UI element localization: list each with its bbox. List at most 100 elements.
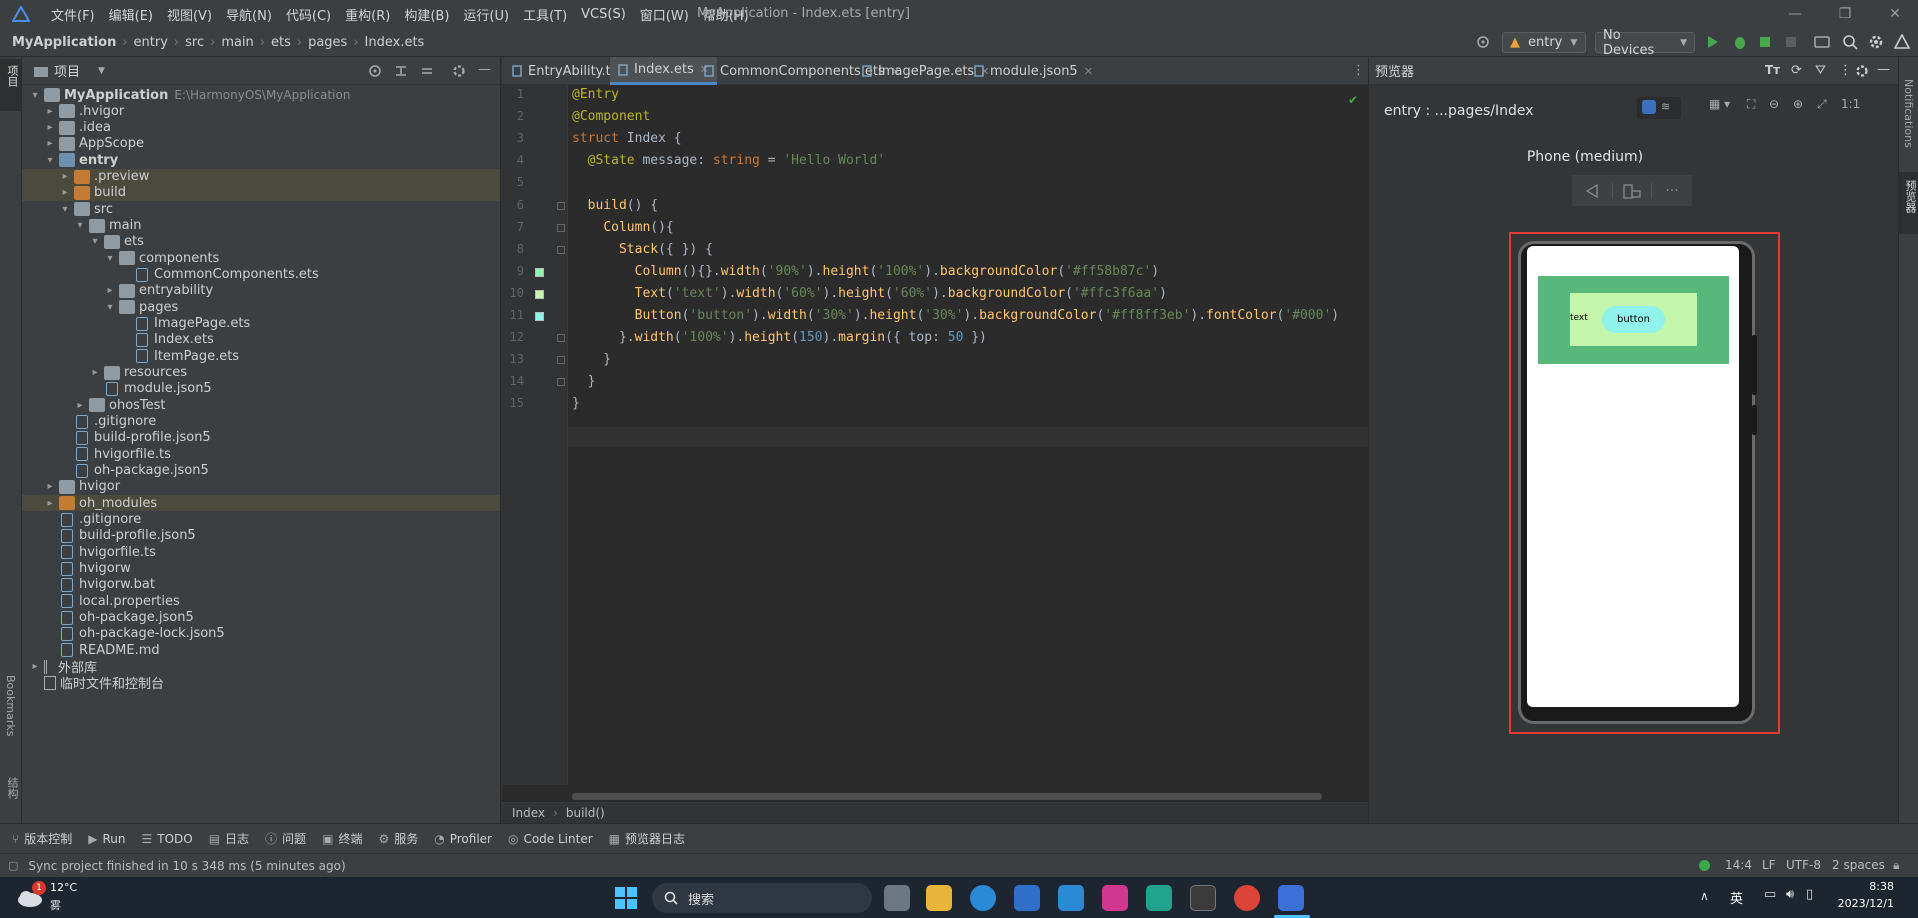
locate-file-icon[interactable] (368, 64, 382, 78)
expand-arrow-icon[interactable]: ▸ (28, 661, 42, 672)
volume-icon[interactable]: 🔊︎ (1786, 887, 1794, 902)
zoom-out-icon[interactable]: ⊖ (1769, 97, 1779, 111)
layout-menu-icon[interactable]: ▦ ▾ (1709, 97, 1730, 111)
fit-icon[interactable]: ⛶ (1747, 97, 1755, 112)
attach-debugger-icon[interactable] (1757, 34, 1773, 50)
run-config-select[interactable]: ▲ entry ▼ (1502, 32, 1586, 53)
settings-icon[interactable] (1868, 34, 1884, 50)
editor-tab[interactable]: module.json5 ✕ (966, 57, 1101, 85)
menu-item[interactable]: 窗口(W) (633, 5, 696, 24)
ide-logo-icon[interactable] (1894, 34, 1910, 50)
structure-tool-label[interactable]: 结构 (4, 777, 20, 799)
tool-window-button[interactable]: ◎ Code Linter (508, 832, 593, 846)
font-size-icon[interactable]: Tт (1765, 63, 1780, 77)
minimize-button[interactable]: — (1772, 0, 1818, 28)
filter-icon[interactable]: ⛛ (1815, 63, 1826, 78)
intellij-icon[interactable] (1102, 885, 1128, 911)
tree-item[interactable]: ▾ MyApplication E:\HarmonyOS\MyApplication (22, 87, 500, 103)
phone-screen[interactable]: text button (1527, 246, 1739, 707)
tree-item[interactable]: ▸ build (22, 184, 500, 201)
chrome-icon[interactable] (1234, 885, 1260, 911)
editor-crumb-struct[interactable]: Index (512, 806, 545, 820)
inspection-ok-icon[interactable]: ✔ (1348, 93, 1358, 107)
menu-item[interactable]: 代码(C) (279, 5, 338, 24)
notifications-tool-label[interactable]: Notifications (1902, 79, 1915, 148)
clock-date[interactable]: 2023/12/1 (1824, 897, 1894, 910)
expand-arrow-icon[interactable]: ▾ (103, 302, 117, 313)
tray-chevron-icon[interactable]: ∧ (1700, 889, 1709, 903)
file-explorer-icon[interactable] (926, 885, 952, 911)
menu-item[interactable]: VCS(S) (574, 7, 633, 22)
breadcrumb-item[interactable]: ets (271, 35, 291, 50)
ime-indicator[interactable]: 英 (1730, 888, 1743, 907)
code-line[interactable]: Column(){ (572, 220, 673, 235)
rotate-icon[interactable] (1612, 182, 1652, 199)
code-line[interactable]: } (572, 352, 611, 367)
back-icon[interactable] (1572, 183, 1612, 199)
tree-item[interactable]: ImagePage.ets (22, 316, 500, 332)
locate-icon[interactable] (1476, 35, 1490, 49)
tool-window-button[interactable]: ⑂ 版本控制 (12, 830, 72, 847)
weather-temp[interactable]: 12°C (50, 881, 77, 894)
file-encoding[interactable]: UTF-8 (1786, 858, 1821, 872)
deveco-studio-icon[interactable] (1278, 885, 1304, 911)
tree-item[interactable]: ▸ entryability (22, 283, 500, 299)
close-tab-icon[interactable]: ✕ (1084, 65, 1093, 78)
tree-item[interactable]: ItemPage.ets (22, 348, 500, 364)
tree-item[interactable]: ▸ AppScope (22, 136, 500, 152)
terminal-icon[interactable] (1190, 885, 1216, 911)
tree-item[interactable]: build-profile.json5 (22, 528, 500, 544)
tool-window-button[interactable]: ▣ 终端 (322, 830, 362, 847)
tree-item[interactable]: hvigorw.bat (22, 577, 500, 593)
status-panel-icon[interactable]: ▢ (8, 859, 18, 872)
expand-arrow-icon[interactable]: ▾ (58, 204, 72, 215)
breadcrumb-item[interactable]: entry (134, 35, 168, 50)
debug-icon[interactable] (1732, 34, 1748, 50)
panel-settings-icon[interactable] (452, 64, 466, 78)
tree-item[interactable]: ▸ .idea (22, 120, 500, 136)
menu-item[interactable]: 重构(R) (338, 5, 397, 24)
tree-item[interactable]: ▾ entry (22, 152, 500, 168)
menu-item[interactable]: 运行(U) (456, 5, 516, 24)
breadcrumb-item[interactable]: main (221, 35, 253, 50)
weather-desc[interactable]: 雾 (50, 897, 61, 913)
collapse-all-icon[interactable] (420, 64, 434, 78)
code-area[interactable]: @Entry @Component struct Index { @State me… (502, 85, 1368, 785)
status-ok-icon[interactable] (1699, 860, 1710, 871)
project-panel-title[interactable]: 项目 (54, 61, 80, 80)
tree-item[interactable]: oh-package-lock.json5 (22, 626, 500, 642)
code-line[interactable]: } (572, 396, 580, 411)
tree-item[interactable]: build-profile.json5 (22, 430, 500, 446)
expand-arrow-icon[interactable]: ▸ (58, 171, 72, 182)
tool-window-button[interactable]: ⚙ 服务 (378, 830, 418, 847)
tree-item[interactable]: ▸ ohosTest (22, 397, 500, 413)
task-view-icon[interactable] (884, 885, 910, 911)
tree-item[interactable]: ▾ components (22, 250, 500, 266)
tool-window-button[interactable]: ☰ TODO (141, 832, 192, 846)
network-icon[interactable]: ▭ (1764, 887, 1776, 902)
refresh-icon[interactable]: ⟳ (1791, 63, 1802, 78)
expand-arrow-icon[interactable]: ▾ (73, 220, 87, 231)
menu-item[interactable]: 导航(N) (219, 5, 279, 24)
restore-button[interactable]: ❐ (1822, 0, 1868, 28)
device-select[interactable]: No Devices ▼ (1595, 28, 1695, 58)
expand-arrow-icon[interactable]: ▸ (43, 122, 57, 133)
windows-start-icon[interactable] (614, 886, 638, 910)
menu-item[interactable]: 文件(F) (44, 5, 102, 24)
code-line[interactable]: Button('button').width('30%').height('30… (572, 308, 1340, 323)
tool-window-button[interactable]: ▶ Run (88, 832, 125, 846)
breadcrumb-item[interactable]: MyApplication (12, 35, 116, 50)
preview-mode-toggle[interactable]: ≋ (1637, 97, 1681, 119)
tool-window-button[interactable]: ▤ 日志 (209, 830, 249, 847)
breadcrumb-item[interactable]: src (185, 35, 204, 50)
expand-arrow-icon[interactable]: ▸ (88, 367, 102, 378)
editor-crumb-method[interactable]: build() (566, 806, 605, 820)
tool-window-button[interactable]: ⓘ 问题 (265, 830, 306, 847)
code-line[interactable]: Text('text').width('60%').height('60%').… (572, 286, 1167, 301)
menu-item[interactable]: 视图(V) (160, 5, 219, 24)
close-window-button[interactable]: ✕ (1872, 0, 1918, 28)
tool-window-button[interactable]: ▦ 预览器日志 (609, 830, 685, 847)
store-icon[interactable] (1014, 885, 1040, 911)
tree-item[interactable]: Index.ets (22, 332, 500, 348)
preview-button[interactable]: button (1602, 306, 1665, 333)
